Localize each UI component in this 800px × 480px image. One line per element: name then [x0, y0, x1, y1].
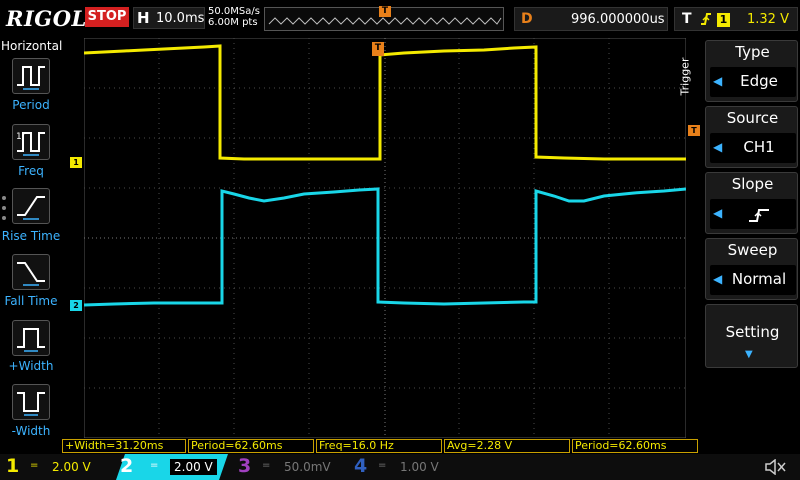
pos-width-label: +Width [8, 359, 54, 373]
sample-rate: 50.0MSa/s [208, 6, 260, 17]
freq-icon: 1/ [16, 132, 45, 156]
left-arrow-icon: ◀ [713, 74, 723, 88]
freq-label: Freq [18, 164, 44, 178]
measurement-item[interactable]: Avg=2.28 V [444, 439, 570, 453]
trigger-setting-menu[interactable]: Setting ▼ [705, 304, 798, 368]
measurement-item[interactable]: Period=62.60ms [572, 439, 698, 453]
ch3-status[interactable]: 3 = 50.0mV [238, 455, 346, 478]
rising-edge-icon [700, 11, 712, 31]
trigger-sweep-value: Normal [731, 270, 787, 288]
period-label: Period [12, 98, 50, 112]
rise-time-label: Rise Time [1, 229, 61, 243]
rise-time-button[interactable] [12, 188, 50, 224]
ch1-number: 1 [6, 455, 20, 477]
trigger-source-title: Source [726, 109, 779, 127]
dc-coupling-icon: = [30, 460, 39, 471]
pos-width-button[interactable] [12, 320, 50, 356]
left-arrow-icon: ◀ [713, 206, 723, 220]
left-arrow-icon: ◀ [713, 140, 723, 154]
dc-coupling-icon: = [378, 460, 387, 471]
ch1-status[interactable]: 1 = 2.00 V [6, 455, 114, 478]
trigger-position-arrow: T [372, 42, 384, 56]
ch2-scale: 2.00 V [170, 459, 217, 475]
period-button[interactable] [12, 58, 50, 94]
svg-text:1/: 1/ [16, 132, 26, 142]
speaker-muted-icon[interactable] [764, 459, 786, 475]
trigger-type-menu[interactable]: Type ◀ Edge [705, 40, 798, 102]
menu-title: Horizontal [1, 39, 63, 53]
horizontal-label: H [137, 9, 150, 27]
memory-position-bar[interactable]: T [264, 6, 504, 31]
pos-width-icon [17, 328, 45, 352]
trigger-level-value: 1.32 V [747, 12, 789, 27]
trigger-source-value: CH1 [743, 138, 775, 156]
trigger-slope-title: Slope [731, 175, 774, 193]
trigger-slope-value-box[interactable]: ◀ [710, 199, 796, 229]
rigol-logo: RIGOL [6, 6, 87, 31]
submenu-down-arrow-icon: ▼ [745, 349, 753, 360]
trigger-position-marker: T [379, 6, 391, 17]
delay-box[interactable]: D 996.000000us [514, 7, 668, 31]
memory-depth: 6.00M pts [208, 17, 258, 28]
dc-coupling-icon: = [262, 460, 271, 471]
freq-button[interactable]: 1/ [12, 124, 50, 160]
trigger-level-marker[interactable]: T [688, 125, 700, 136]
ch4-scale: 1.00 V [400, 460, 439, 474]
waveform-display[interactable] [84, 38, 686, 438]
measurement-item[interactable]: +Width=31.20ms [62, 439, 186, 453]
timebase-value: 10.0ms [156, 11, 205, 26]
left-arrow-icon: ◀ [713, 272, 723, 286]
ch1-offset-marker[interactable]: 1 [70, 157, 82, 168]
trigger-status-box[interactable]: T 1 1.32 V [674, 7, 798, 31]
ch4-status[interactable]: 4 = 1.00 V [354, 455, 462, 478]
delay-label: D [521, 11, 533, 27]
measurement-item[interactable]: Period=62.60ms [188, 439, 314, 453]
trigger-setting-title: Setting [725, 323, 780, 341]
timebase-box[interactable]: H 10.0ms [133, 7, 205, 29]
menu-page-dots [2, 196, 8, 226]
trigger-slope-menu[interactable]: Slope ◀ [705, 172, 798, 234]
ch3-number: 3 [238, 455, 252, 477]
rising-slope-icon [724, 204, 794, 229]
trigger-type-value: Edge [740, 72, 778, 90]
trigger-sweep-menu[interactable]: Sweep ◀ Normal [705, 238, 798, 300]
trigger-source-menu[interactable]: Source ◀ CH1 [705, 106, 798, 168]
neg-width-label: -Width [11, 424, 51, 438]
trigger-menu-side-label: Trigger [678, 57, 692, 96]
ch2-status[interactable]: 2 = 2.00 V [120, 455, 228, 478]
fall-time-label: Fall Time [4, 294, 58, 308]
dc-coupling-icon: = [150, 460, 159, 471]
delay-value: 996.000000us [571, 12, 665, 27]
run-stop-indicator[interactable]: STOP [85, 7, 129, 27]
measurement-item[interactable]: Freq=16.0 Hz [316, 439, 442, 453]
neg-width-button[interactable] [12, 384, 50, 420]
ch2-offset-marker[interactable]: 2 [70, 300, 82, 311]
period-icon [17, 66, 45, 90]
measurement-results-bar: +Width=31.20ms Period=62.60ms Freq=16.0 … [62, 438, 800, 454]
channel-status-bar: 1 = 2.00 V 2 = 2.00 V 3 = 50.0mV 4 = 1.0… [0, 454, 800, 480]
horizontal-measure-menu: Horizontal Period 1/ Freq Rise Time Fall… [0, 38, 62, 454]
trigger-type-title: Type [735, 43, 770, 61]
fall-time-icon [17, 262, 45, 286]
trigger-sweep-value-box[interactable]: ◀ Normal [710, 265, 796, 295]
acquisition-info: 50.0MSa/s 6.00M pts [208, 6, 260, 28]
ch1-scale: 2.00 V [52, 460, 91, 474]
ch2-number: 2 [120, 455, 134, 477]
trigger-source-value-box[interactable]: ◀ CH1 [710, 133, 796, 163]
status-bar: RIGOL STOP H 10.0ms 50.0MSa/s 6.00M pts … [0, 0, 800, 38]
ch4-number: 4 [354, 455, 368, 477]
neg-width-icon [17, 392, 45, 416]
fall-time-button[interactable] [12, 254, 50, 290]
ch3-scale: 50.0mV [284, 460, 331, 474]
trigger-sweep-title: Sweep [727, 241, 778, 259]
trigger-label: T [682, 11, 692, 27]
trigger-source-badge: 1 [717, 13, 730, 27]
rise-time-icon [17, 196, 45, 220]
trigger-type-value-box[interactable]: ◀ Edge [710, 67, 796, 97]
